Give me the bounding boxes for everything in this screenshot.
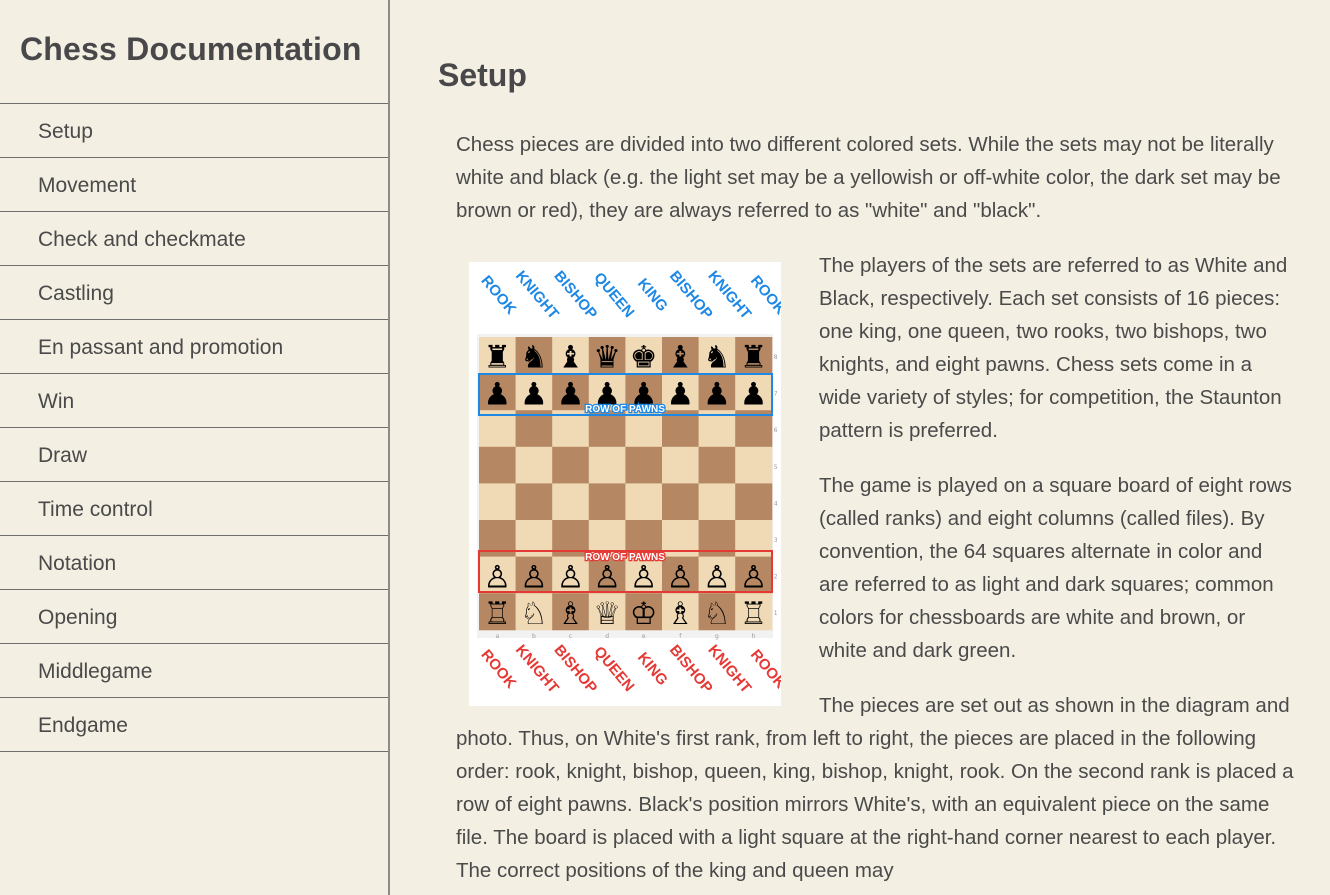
sidebar-nav: Setup Movement Check and checkmate Castl…: [0, 103, 388, 752]
board-square: [515, 483, 553, 521]
black-pawn: ♟: [740, 376, 768, 412]
file-label: a: [495, 633, 499, 640]
board-square: [735, 483, 773, 521]
white-piece: ♖: [483, 596, 511, 632]
board-square: [479, 446, 517, 484]
sidebar: Chess Documentation Setup Movement Check…: [0, 0, 390, 895]
black-pawn: ♟: [520, 376, 548, 412]
sidebar-item-time-control[interactable]: Time control: [0, 481, 388, 535]
sidebar-item-movement[interactable]: Movement: [0, 157, 388, 211]
white-pawn: ♙: [666, 559, 694, 595]
file-label: e: [642, 633, 646, 640]
rank-label: 8: [774, 354, 778, 361]
site-title: Chess Documentation: [20, 31, 362, 67]
white-piece: ♔: [630, 596, 658, 632]
rank-label: 4: [774, 500, 778, 507]
rank-label: 3: [774, 537, 778, 544]
rank-label: 7: [774, 391, 778, 398]
section-heading: Setup: [438, 57, 527, 93]
sidebar-item-check-and-checkmate[interactable]: Check and checkmate: [0, 211, 388, 265]
board-square: [588, 483, 626, 521]
white-piece: ♘: [520, 596, 548, 632]
file-label: h: [752, 633, 756, 640]
board-square: [662, 483, 700, 521]
board-square: [698, 483, 736, 521]
black-piece: ♛: [593, 340, 621, 376]
black-piece: ♝: [557, 340, 585, 376]
black-piece: ♞: [703, 340, 731, 376]
white-piece: ♗: [666, 596, 694, 632]
white-pawn: ♙: [483, 559, 511, 595]
rank-label: 2: [774, 574, 778, 581]
white-piece: ♕: [593, 596, 621, 632]
paragraph: The game is played on a square board of …: [819, 474, 1292, 662]
chess-setup-diagram: ROOKKNIGHTBISHOPQUEENKINGBISHOPKNIGHTROO…: [469, 262, 781, 706]
sidebar-item-castling[interactable]: Castling: [0, 265, 388, 319]
rank-label: 6: [774, 427, 778, 434]
black-pawn-row-label: ROW OF PAWNS: [585, 404, 665, 415]
board-square: [625, 483, 663, 521]
white-pawn-row-label: ROW OF PAWNS: [585, 552, 665, 563]
paragraph: The pieces are set out as shown in the d…: [456, 694, 1294, 882]
board-square: [735, 446, 773, 484]
black-pawn: ♟: [703, 376, 731, 412]
white-pawn: ♙: [520, 559, 548, 595]
white-piece: ♗: [557, 596, 585, 632]
file-label: b: [532, 633, 536, 640]
board-square: [625, 446, 663, 484]
board-square: [698, 446, 736, 484]
black-pawn: ♟: [557, 376, 585, 412]
sidebar-item-draw[interactable]: Draw: [0, 427, 388, 481]
sidebar-item-win[interactable]: Win: [0, 373, 388, 427]
paragraph: The players of the sets are referred to …: [819, 254, 1288, 442]
sidebar-item-setup[interactable]: Setup: [0, 103, 388, 157]
black-pawn: ♟: [666, 376, 694, 412]
black-piece: ♞: [520, 340, 548, 376]
sidebar-item-en-passant-and-promotion[interactable]: En passant and promotion: [0, 319, 388, 373]
black-piece: ♚: [630, 340, 658, 376]
white-piece: ♘: [703, 596, 731, 632]
white-pawn: ♙: [630, 559, 658, 595]
board-square: [515, 446, 553, 484]
board-square: [662, 446, 700, 484]
white-pawn: ♙: [593, 559, 621, 595]
file-label: d: [605, 633, 609, 640]
white-pawn: ♙: [557, 559, 585, 595]
black-piece: ♜: [740, 340, 768, 376]
sidebar-item-notation[interactable]: Notation: [0, 535, 388, 589]
file-label: c: [569, 633, 572, 640]
black-piece: ♜: [483, 340, 511, 376]
rank-label: 1: [774, 610, 778, 617]
rank-label: 5: [774, 464, 778, 471]
sidebar-item-endgame[interactable]: Endgame: [0, 697, 388, 752]
black-piece: ♝: [666, 340, 694, 376]
black-pawn: ♟: [483, 376, 511, 412]
paragraph: Chess pieces are divided into two differ…: [456, 133, 1281, 222]
white-pawn: ♙: [740, 559, 768, 595]
sidebar-item-opening[interactable]: Opening: [0, 589, 388, 643]
white-piece: ♖: [740, 596, 768, 632]
board-square: [588, 446, 626, 484]
file-label: g: [715, 633, 719, 640]
white-pawn: ♙: [703, 559, 731, 595]
board-square: [552, 483, 590, 521]
sidebar-item-middlegame[interactable]: Middlegame: [0, 643, 388, 697]
board-square: [479, 483, 517, 521]
board-square: [552, 446, 590, 484]
